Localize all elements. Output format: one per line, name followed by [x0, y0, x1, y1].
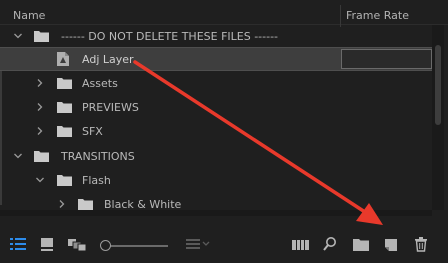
list-item-label: SFX	[82, 125, 103, 138]
list-item-label: PREVIEWS	[82, 101, 139, 114]
column-header: Name Frame Rate	[0, 5, 448, 27]
vertical-scrollbar[interactable]	[432, 25, 444, 210]
list-view-icon[interactable]	[10, 236, 26, 252]
list-item-label: Flash	[82, 174, 111, 187]
list-item[interactable]: SFX	[0, 120, 432, 144]
chevron-right-icon[interactable]	[35, 102, 45, 112]
chevron-down-icon[interactable]	[13, 151, 23, 161]
project-panel: Name Frame Rate ------ DO NOT DELETE THE…	[0, 0, 448, 263]
list-item[interactable]: Assets	[0, 72, 432, 96]
chevron-down-icon[interactable]	[13, 31, 23, 41]
project-item-list: ------ DO NOT DELETE THESE FILES ------ …	[0, 25, 432, 215]
frame-rate-cell[interactable]	[341, 49, 432, 69]
scrollbar-thumb[interactable]	[435, 45, 441, 125]
list-item-label: TRANSITIONS	[61, 150, 135, 163]
list-item[interactable]: Flash	[0, 169, 432, 193]
folder-icon	[78, 199, 93, 210]
find-icon[interactable]	[323, 236, 337, 252]
chevron-right-icon[interactable]	[35, 126, 45, 136]
bottom-toolbar	[0, 226, 448, 263]
folder-icon	[57, 78, 72, 89]
automate-to-sequence-icon[interactable]	[292, 236, 310, 252]
sort-icon[interactable]	[186, 236, 210, 252]
chevron-right-icon[interactable]	[35, 78, 45, 88]
column-divider[interactable]	[340, 5, 341, 27]
chevron-right-icon[interactable]	[57, 199, 67, 209]
folder-icon	[57, 175, 72, 186]
new-bin-icon[interactable]	[353, 236, 369, 252]
zoom-slider-track[interactable]	[110, 245, 168, 247]
folder-icon	[57, 126, 72, 137]
new-item-icon[interactable]	[384, 236, 398, 252]
chevron-down-icon[interactable]	[35, 175, 45, 185]
icon-view-icon[interactable]	[40, 236, 54, 252]
list-item[interactable]: PREVIEWS	[0, 96, 432, 120]
list-item[interactable]: TRANSITIONS	[0, 145, 432, 169]
list-item-label: ------ DO NOT DELETE THESE FILES ------	[61, 30, 279, 43]
list-item-selected[interactable]: Adj Layer	[0, 47, 432, 71]
horizontal-scrollbar[interactable]	[0, 210, 432, 216]
folder-icon	[34, 31, 49, 42]
zoom-slider-handle[interactable]	[100, 240, 111, 251]
frame-rate-column-header[interactable]: Frame Rate	[346, 9, 409, 22]
adjustment-layer-icon	[57, 52, 69, 66]
list-item-label: Adj Layer	[82, 53, 134, 66]
folder-icon	[57, 102, 72, 113]
name-column-header[interactable]: Name	[13, 9, 45, 22]
list-item[interactable]: ------ DO NOT DELETE THESE FILES ------	[0, 25, 432, 49]
list-item-label: Assets	[82, 77, 118, 90]
freeform-view-icon[interactable]	[67, 236, 87, 252]
delete-icon[interactable]	[414, 236, 428, 252]
folder-icon	[34, 151, 49, 162]
